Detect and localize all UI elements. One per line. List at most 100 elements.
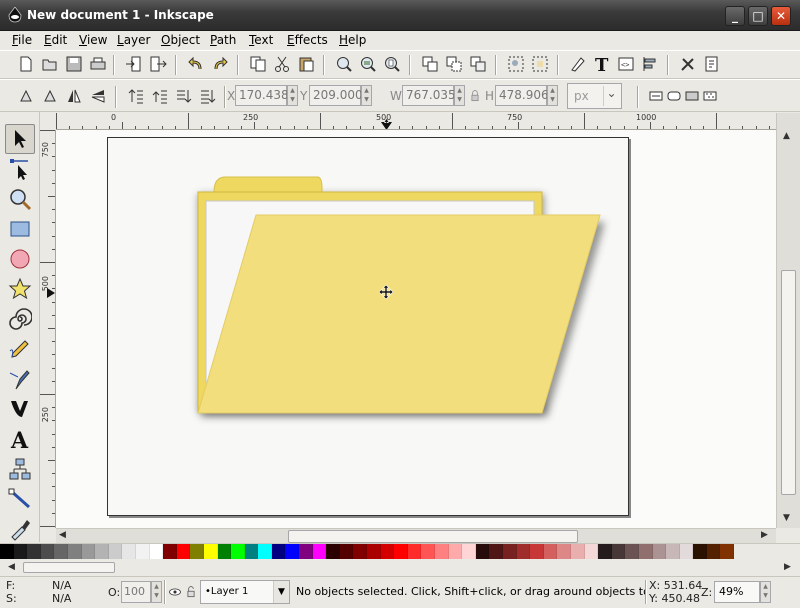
color-swatch[interactable]	[176, 544, 191, 559]
color-swatch[interactable]	[407, 544, 422, 559]
color-swatch[interactable]	[530, 544, 544, 559]
y-field[interactable]: 209.000	[309, 85, 363, 106]
color-swatch[interactable]	[217, 544, 232, 559]
color-swatch[interactable]	[679, 544, 694, 559]
color-swatch[interactable]	[502, 544, 517, 559]
color-swatch[interactable]	[95, 544, 109, 559]
color-swatch[interactable]	[652, 544, 667, 559]
import-icon[interactable]	[123, 53, 145, 75]
selector-tool-icon[interactable]	[5, 124, 35, 154]
color-swatch[interactable]	[54, 544, 68, 559]
color-swatch[interactable]	[693, 544, 707, 559]
color-swatch[interactable]	[720, 544, 735, 559]
open-icon[interactable]	[39, 53, 61, 75]
color-swatch[interactable]	[462, 544, 476, 559]
zoom-tool-icon[interactable]	[5, 184, 35, 214]
raise-to-top-icon[interactable]	[125, 85, 147, 107]
close-button[interactable]: ✕	[771, 6, 791, 26]
xml-editor-icon[interactable]: <>	[615, 53, 637, 75]
zoom-selection-icon[interactable]	[333, 53, 355, 75]
x-field[interactable]: 170.438	[235, 85, 289, 106]
color-swatch[interactable]	[367, 544, 381, 559]
eye-icon[interactable]	[168, 582, 182, 602]
gradient-tool-icon[interactable]	[5, 484, 35, 514]
minimize-button[interactable]: _	[725, 6, 745, 26]
drawing-canvas[interactable]	[56, 130, 776, 528]
color-swatch[interactable]	[81, 544, 96, 559]
color-swatch[interactable]	[135, 544, 150, 559]
pencil-tool-icon[interactable]	[5, 334, 35, 364]
vertical-scrollbar[interactable]: ▲ ▼	[776, 113, 800, 528]
fill-stroke-icon[interactable]	[567, 53, 589, 75]
horizontal-scrollbar[interactable]: ◀ ▶	[56, 528, 776, 543]
print-icon[interactable]	[87, 53, 109, 75]
raise-icon[interactable]	[149, 85, 171, 107]
height-field[interactable]: 478.906	[495, 85, 549, 106]
color-swatch[interactable]	[326, 544, 340, 559]
spiral-tool-icon[interactable]	[5, 304, 35, 334]
menu-text[interactable]: Text	[249, 33, 273, 47]
zoom-drawing-icon[interactable]	[357, 53, 379, 75]
color-swatch[interactable]	[666, 544, 680, 559]
star-tool-icon[interactable]	[5, 274, 35, 304]
color-swatch[interactable]	[516, 544, 531, 559]
menu-path[interactable]: Path	[210, 33, 236, 47]
redo-icon[interactable]	[209, 53, 231, 75]
palette-scrollbar[interactable]: ◀ ▶	[0, 559, 800, 576]
color-swatch[interactable]	[285, 544, 300, 559]
transform-patterns-icon[interactable]	[699, 85, 721, 107]
menu-layer[interactable]: Layer	[117, 33, 150, 47]
color-swatch[interactable]	[489, 544, 503, 559]
scroll-left-icon[interactable]: ◀	[8, 562, 15, 572]
color-swatch[interactable]	[299, 544, 313, 559]
new-document-icon[interactable]	[15, 53, 37, 75]
connector-tool-icon[interactable]	[5, 454, 35, 484]
scroll-left-icon[interactable]: ◀	[59, 530, 66, 540]
color-swatch[interactable]	[339, 544, 354, 559]
rectangle-tool-icon[interactable]	[5, 214, 35, 244]
export-icon[interactable]	[147, 53, 169, 75]
lower-icon[interactable]	[173, 85, 195, 107]
zoom-page-icon[interactable]	[381, 53, 403, 75]
color-swatch[interactable]	[584, 544, 599, 559]
text-font-icon[interactable]: T	[591, 53, 613, 75]
paste-icon[interactable]	[295, 53, 317, 75]
menu-edit[interactable]: Edit	[44, 33, 67, 47]
y-stepper[interactable]: ▲ ▼	[361, 85, 372, 106]
calligraphy-tool-icon[interactable]	[5, 394, 35, 424]
opacity-stepper[interactable]: ▲ ▼	[151, 581, 162, 603]
width-field[interactable]: 767.035	[402, 85, 456, 106]
folder-drawing[interactable]	[56, 130, 776, 528]
color-swatch[interactable]	[244, 544, 259, 559]
horizontal-ruler[interactable]: 0 250 500 750 1000	[56, 113, 776, 130]
color-swatch[interactable]	[598, 544, 612, 559]
dropper-tool-icon[interactable]	[5, 514, 35, 544]
color-swatch[interactable]	[353, 544, 368, 559]
cut-icon[interactable]	[271, 53, 293, 75]
color-swatch[interactable]	[163, 544, 177, 559]
copy-icon[interactable]	[247, 53, 269, 75]
color-swatch[interactable]	[40, 544, 55, 559]
undo-icon[interactable]	[185, 53, 207, 75]
palette-scroll-thumb[interactable]	[23, 562, 115, 573]
color-swatch[interactable]	[557, 544, 571, 559]
clone-icon[interactable]	[443, 53, 465, 75]
color-swatch[interactable]	[312, 544, 327, 559]
color-swatch[interactable]	[435, 544, 449, 559]
x-stepper[interactable]: ▲ ▼	[287, 85, 298, 106]
rotate-ccw-icon[interactable]	[15, 85, 37, 107]
scroll-right-icon[interactable]: ▶	[761, 530, 768, 540]
color-swatch[interactable]	[203, 544, 218, 559]
zoom-stepper[interactable]: ▲ ▼	[760, 581, 771, 603]
flip-horizontal-icon[interactable]	[63, 85, 85, 107]
menu-file[interactable]: File	[12, 33, 32, 47]
color-swatch[interactable]	[570, 544, 585, 559]
color-swatch[interactable]	[638, 544, 653, 559]
ellipse-tool-icon[interactable]	[5, 244, 35, 274]
save-icon[interactable]	[63, 53, 85, 75]
menu-effects[interactable]: Effects	[287, 33, 328, 47]
maximize-button[interactable]: □	[748, 6, 768, 26]
units-select[interactable]: px ⌄	[567, 83, 622, 109]
color-swatch[interactable]	[0, 544, 14, 559]
scroll-down-icon[interactable]: ▼	[783, 513, 790, 523]
